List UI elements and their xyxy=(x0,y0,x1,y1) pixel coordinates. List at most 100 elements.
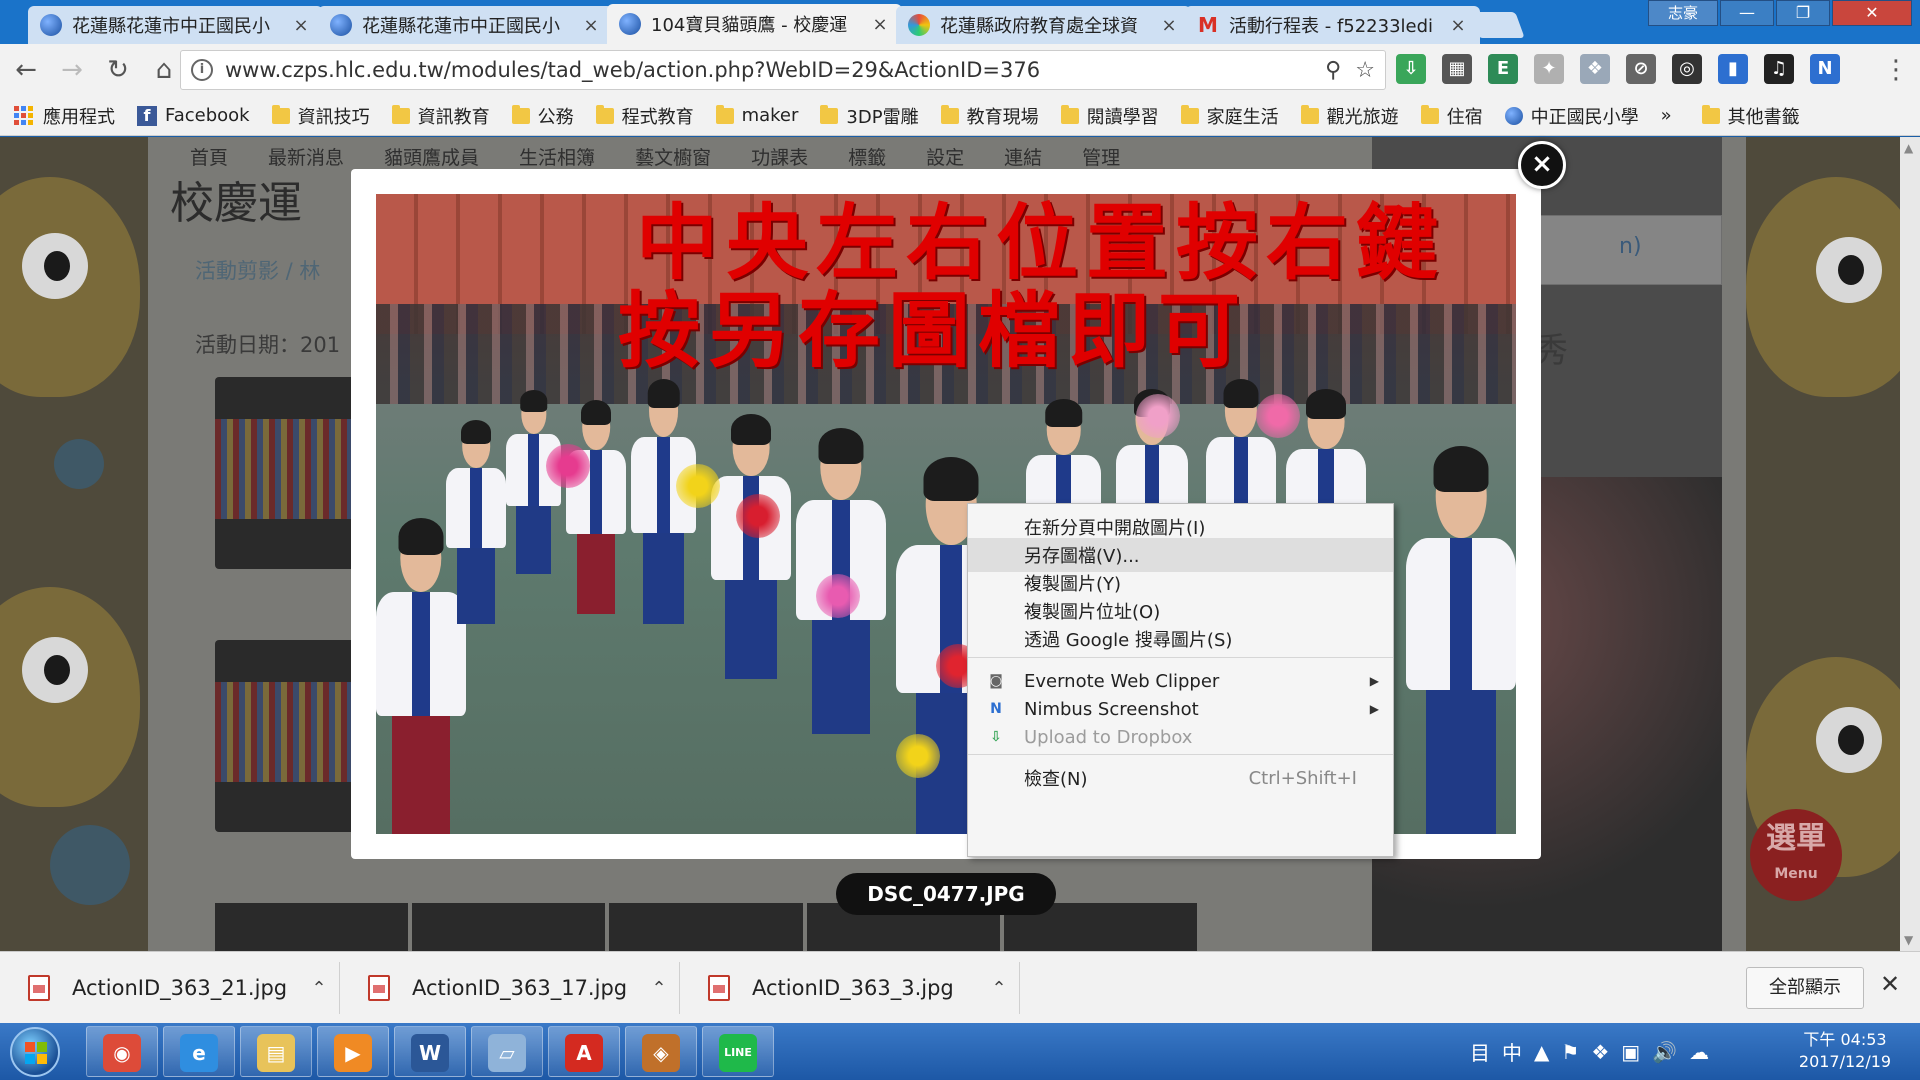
scroll-up-icon[interactable]: ▲ xyxy=(1904,141,1913,155)
tab-close-icon[interactable]: × xyxy=(1159,15,1179,36)
bookmark-folder[interactable]: 閱讀學習 xyxy=(1060,103,1159,129)
site-nav-item[interactable]: 藝文櫥窗 xyxy=(635,143,711,170)
photo-extension-icon[interactable]: ▦ xyxy=(1442,54,1472,84)
evernote-extension-icon[interactable]: E xyxy=(1488,54,1518,84)
tab-close-icon[interactable]: × xyxy=(870,14,890,35)
taskbar-app-button[interactable]: ◉ xyxy=(86,1026,158,1077)
reload-icon[interactable]: ↻ xyxy=(98,50,138,90)
bookmark-other-folder[interactable]: 其他書籤 xyxy=(1701,103,1800,129)
bookmark-folder[interactable]: 資訊技巧 xyxy=(271,103,370,129)
tray-icon[interactable]: ▲ xyxy=(1534,1040,1549,1064)
tab-5[interactable]: M 活動行程表 - f52233ledi × xyxy=(1185,6,1480,44)
info-icon[interactable]: i xyxy=(191,59,213,81)
bookmark-folder[interactable]: 程式教育 xyxy=(595,103,694,129)
lightbox-close-button[interactable]: × xyxy=(1518,141,1566,189)
zoom-icon[interactable]: ⚲ xyxy=(1325,58,1341,83)
home-icon[interactable]: ⌂ xyxy=(144,50,184,90)
glasses-extension-icon[interactable]: ◎ xyxy=(1672,54,1702,84)
headphones-extension-icon[interactable]: ♫ xyxy=(1764,54,1794,84)
download-item[interactable]: ActionID_363_21.jpg ⌃ xyxy=(0,962,340,1014)
clock[interactable]: 下午 04:53 2017/12/19 xyxy=(1790,1029,1900,1073)
taskbar-app-button[interactable]: ▶ xyxy=(317,1026,389,1077)
download-options-icon[interactable]: ⌃ xyxy=(299,978,339,999)
download-options-icon[interactable]: ⌃ xyxy=(979,978,1019,999)
tab-2[interactable]: 花蓮縣花蓮市中正國民小 × xyxy=(318,6,613,44)
site-nav-item[interactable]: 生活相簿 xyxy=(519,143,595,170)
close-window-button[interactable]: ✕ xyxy=(1832,0,1912,26)
breadcrumb[interactable]: 活動剪影 / 林 xyxy=(195,255,320,285)
bookmarks-overflow-button[interactable]: » xyxy=(1661,105,1672,126)
profile-button[interactable]: 志豪 xyxy=(1648,0,1718,26)
address-bar[interactable]: i www.czps.hlc.edu.tw/modules/tad_web/ac… xyxy=(180,50,1386,90)
tab-close-icon[interactable]: × xyxy=(1448,15,1468,36)
maximize-button[interactable]: ❐ xyxy=(1776,0,1830,26)
site-nav-item[interactable]: 設定 xyxy=(926,143,964,170)
scroll-down-icon[interactable]: ▼ xyxy=(1904,933,1913,947)
taskbar-app-button[interactable]: ▤ xyxy=(240,1026,312,1077)
blocked-extension-icon[interactable]: ⊘ xyxy=(1626,54,1656,84)
tray-icon[interactable]: 🔊 xyxy=(1652,1040,1677,1064)
tray-icon[interactable]: ❖ xyxy=(1591,1040,1609,1064)
taskbar-app-button[interactable]: W xyxy=(394,1026,466,1077)
bookmark-extension-icon[interactable]: ▮ xyxy=(1718,54,1748,84)
download-item[interactable]: ActionID_363_17.jpg ⌃ xyxy=(340,962,680,1014)
back-icon[interactable]: ← xyxy=(6,50,46,90)
new-tab-button[interactable] xyxy=(1469,12,1525,38)
tab-close-icon[interactable]: × xyxy=(291,15,311,36)
start-button[interactable] xyxy=(10,1027,60,1077)
menu-badge-button[interactable]: 選單 Menu xyxy=(1750,809,1842,901)
site-nav-item[interactable]: 最新消息 xyxy=(268,143,344,170)
page-scrollbar[interactable]: ▲ ▼ xyxy=(1900,137,1920,951)
taskbar-app-button[interactable]: e xyxy=(163,1026,235,1077)
tray-icon[interactable]: ⚑ xyxy=(1561,1040,1579,1064)
bookmark-folder[interactable]: 教育現場 xyxy=(940,103,1039,129)
taskbar-app-button[interactable]: LINE xyxy=(702,1026,774,1077)
taskbar-app-button[interactable]: A xyxy=(548,1026,620,1077)
bookmark-folder[interactable]: 資訊教育 xyxy=(391,103,490,129)
show-all-downloads-button[interactable]: 全部顯示 xyxy=(1746,967,1864,1009)
dropbox-extension-icon[interactable]: ❖ xyxy=(1580,54,1610,84)
bookmark-folder[interactable]: 公務 xyxy=(511,103,574,129)
taskbar-app-button[interactable]: ▱ xyxy=(471,1026,543,1077)
menu-icon[interactable]: ⋮ xyxy=(1876,50,1916,90)
site-nav-item[interactable]: 貓頭鷹成員 xyxy=(384,143,479,170)
tab-3-active[interactable]: 104寶貝貓頭鷹 - 校慶運 × xyxy=(607,4,902,44)
bookmark-folder[interactable]: 家庭生活 xyxy=(1180,103,1279,129)
tray-icon[interactable]: 目 xyxy=(1470,1037,1490,1066)
tab-close-icon[interactable]: × xyxy=(581,15,601,36)
bookmark-folder[interactable]: 住宿 xyxy=(1420,103,1483,129)
tab-4[interactable]: 花蓮縣政府教育處全球資 × xyxy=(896,6,1191,44)
download-options-icon[interactable]: ⌃ xyxy=(639,978,679,999)
tray-icon[interactable]: ▣ xyxy=(1621,1040,1640,1064)
tray-icon[interactable]: ☁ xyxy=(1689,1040,1709,1064)
site-nav-item[interactable]: 首頁 xyxy=(190,143,228,170)
minimize-button[interactable]: — xyxy=(1720,0,1774,26)
star-icon[interactable]: ☆ xyxy=(1355,58,1375,83)
context-menu-item[interactable]: 檢查(N) Ctrl+Shift+I xyxy=(968,761,1393,795)
site-nav-item[interactable]: 連結 xyxy=(1004,143,1042,170)
sidebar-link[interactable]: n) xyxy=(1619,234,1642,259)
album-thumbnail[interactable] xyxy=(215,903,409,951)
album-thumbnail[interactable] xyxy=(215,377,355,569)
bookmark-facebook[interactable]: f Facebook xyxy=(137,105,250,126)
site-nav-item[interactable]: 管理 xyxy=(1082,143,1120,170)
taskbar-app-button[interactable]: ◈ xyxy=(625,1026,697,1077)
context-menu-item[interactable]: 透過 Google 搜尋圖片(S) xyxy=(968,622,1393,656)
bookmark-apps[interactable]: 應用程式 xyxy=(14,103,115,129)
tray-icon[interactable]: 中 xyxy=(1502,1037,1522,1066)
site-nav-item[interactable]: 功課表 xyxy=(751,143,808,170)
url-text[interactable]: www.czps.hlc.edu.tw/modules/tad_web/acti… xyxy=(225,58,1311,82)
nimbus-extension-icon[interactable]: N xyxy=(1810,54,1840,84)
download-extension-icon[interactable]: ⇩ xyxy=(1396,54,1426,84)
close-download-shelf-icon[interactable]: ✕ xyxy=(1880,970,1900,998)
bookmark-globe[interactable]: 中正國民小學 xyxy=(1504,103,1639,129)
site-nav-item[interactable]: 標籤 xyxy=(848,143,886,170)
tab-1[interactable]: 花蓮縣花蓮市中正國民小 × xyxy=(28,6,323,44)
forward-icon[interactable]: → xyxy=(52,50,92,90)
download-item[interactable]: ActionID_363_3.jpg ⌃ xyxy=(680,962,1020,1014)
album-thumbnail[interactable] xyxy=(412,903,606,951)
puzzle-extension-icon[interactable]: ✦ xyxy=(1534,54,1564,84)
bookmark-folder[interactable]: 觀光旅遊 xyxy=(1300,103,1399,129)
album-thumbnail[interactable] xyxy=(609,903,803,951)
bookmark-folder[interactable]: 3DP雷雕 xyxy=(820,103,919,129)
